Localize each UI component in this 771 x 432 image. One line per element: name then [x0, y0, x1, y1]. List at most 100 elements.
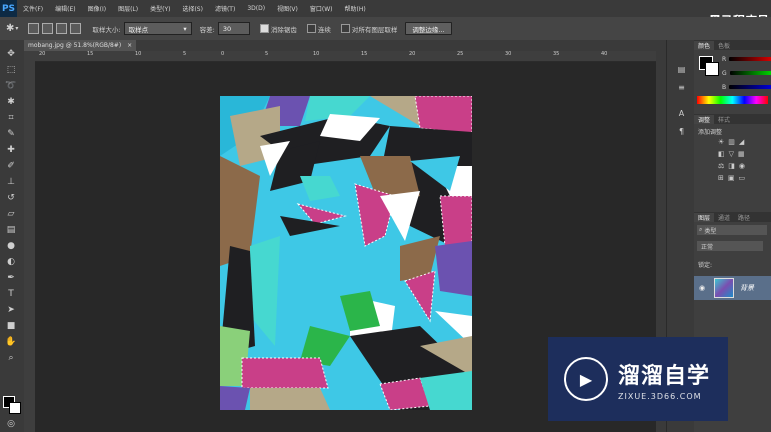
menu-edit[interactable]: 编辑(E)	[49, 4, 81, 13]
exposure-icon[interactable]: ◧	[718, 150, 725, 158]
r-label: R	[722, 55, 727, 63]
watermark-url: ZIXUE.3D66.COM	[618, 391, 702, 401]
hue-icon[interactable]: ▦	[738, 150, 745, 158]
pen-tool-icon[interactable]: ✒	[4, 272, 18, 284]
antialias-label: 消除锯齿	[270, 25, 297, 34]
layer-row-background[interactable]: ◉ 背景	[694, 276, 771, 300]
paragraph-panel-icon[interactable]: ¶	[676, 126, 687, 137]
menu-help[interactable]: 帮助(H)	[339, 4, 372, 13]
healing-tool-icon[interactable]: ✚	[4, 144, 18, 156]
channel-mixer-icon[interactable]: ⊞	[718, 174, 724, 182]
document-tab-bar: mobang.jpg @ 51.8%(RGB/8#) ×	[24, 40, 666, 51]
b-slider[interactable]	[729, 85, 771, 89]
blend-mode-select[interactable]: 正常	[697, 241, 763, 251]
ruler-label: 5	[265, 51, 269, 57]
ruler-label: 15	[361, 51, 368, 57]
gradient-map-icon[interactable]: ▭	[739, 174, 746, 182]
magic-wand-tool-icon[interactable]: ✱	[4, 96, 18, 108]
path-select-icon[interactable]: ➤	[4, 304, 18, 316]
menu-3d[interactable]: 3D(D)	[241, 5, 271, 12]
eyedropper-tool-icon[interactable]: ✎	[4, 128, 18, 140]
dodge-tool-icon[interactable]: ◐	[4, 256, 18, 268]
subtract-selection-icon[interactable]	[56, 23, 68, 34]
magic-wand-preset[interactable]: ✱ ▾	[6, 23, 18, 34]
menu-file[interactable]: 文件(F)	[17, 4, 49, 13]
background-color-chip[interactable]	[705, 62, 719, 76]
r-slider[interactable]	[729, 57, 771, 61]
tab-color[interactable]: 颜色	[694, 40, 715, 50]
options-bar: ✱ ▾ 取样大小: 取样点 ▾ 容差: 30 消除锯齿 连续 对所有图层取样 调…	[0, 17, 771, 41]
g-slider[interactable]	[729, 71, 771, 75]
eye-icon[interactable]: ◉	[699, 284, 705, 292]
photo-filter-icon[interactable]: ◉	[739, 162, 745, 170]
menu-image[interactable]: 图像(I)	[82, 4, 112, 13]
tab-swatches[interactable]: 色板	[714, 41, 734, 50]
tolerance-label: 容差:	[199, 25, 215, 34]
marquee-tool-icon[interactable]: ⬚	[4, 64, 18, 76]
blur-tool-icon[interactable]: ●	[4, 240, 18, 252]
tab-paths[interactable]: 路径	[734, 213, 754, 222]
history-brush-icon[interactable]: ↺	[4, 192, 18, 204]
history-panel-icon[interactable]: ▤	[676, 64, 687, 75]
lasso-tool-icon[interactable]: ➰	[4, 80, 18, 92]
document-canvas[interactable]	[220, 95, 473, 411]
layer-filter-value: 类型	[704, 227, 717, 235]
type-tool-icon[interactable]: T	[4, 288, 18, 300]
hand-tool-icon[interactable]: ✋	[4, 336, 18, 348]
color-spectrum[interactable]	[697, 96, 768, 104]
menu-select[interactable]: 选择(S)	[176, 4, 209, 13]
color-panel-tabs: 颜色 色板	[694, 40, 771, 50]
eraser-tool-icon[interactable]: ▱	[4, 208, 18, 220]
gradient-tool-icon[interactable]: ▤	[4, 224, 18, 236]
tab-styles[interactable]: 样式	[714, 115, 734, 124]
properties-panel-icon[interactable]: ≡	[676, 82, 687, 93]
menu-layer[interactable]: 图层(L)	[112, 4, 144, 13]
menu-type[interactable]: 类型(Y)	[144, 4, 176, 13]
shape-tool-icon[interactable]: ■	[4, 320, 18, 332]
vibrance-icon[interactable]: ▽	[729, 150, 734, 158]
ruler-label: 10	[135, 51, 142, 57]
black-white-icon[interactable]: ◨	[728, 162, 735, 170]
add-selection-icon[interactable]	[42, 23, 54, 34]
ruler-label: 35	[553, 51, 560, 57]
menu-window[interactable]: 窗口(W)	[304, 4, 339, 13]
tab-layers[interactable]: 图层	[694, 212, 715, 222]
sample-all-layers-checkbox[interactable]	[340, 24, 350, 33]
sample-size-label: 取样大小:	[92, 25, 121, 34]
intersect-selection-icon[interactable]	[70, 23, 82, 34]
document-tab[interactable]: mobang.jpg @ 51.8%(RGB/8#) ×	[24, 40, 137, 51]
crop-tool-icon[interactable]: ⌗	[4, 112, 18, 124]
add-adjustment-label: 添加调整	[698, 128, 723, 136]
antialias-checkbox[interactable]	[259, 24, 269, 33]
invert-icon[interactable]: ▣	[728, 174, 735, 182]
sample-size-select[interactable]: 取样点 ▾	[123, 22, 192, 35]
tab-adjustments[interactable]: 调整	[694, 114, 715, 124]
move-tool-icon[interactable]: ✥	[4, 48, 18, 60]
menu-filter[interactable]: 滤镜(T)	[209, 4, 241, 13]
curves-icon[interactable]: ◢	[739, 138, 744, 146]
tab-channels[interactable]: 通道	[714, 213, 734, 222]
search-icon: ⌕	[699, 226, 703, 233]
tools-panel: ✥ ⬚ ➰ ✱ ⌗ ✎ ✚ ✐ ⊥ ↺ ▱ ▤ ● ◐ ✒ T ➤ ■ ✋ ⌕ …	[0, 40, 24, 432]
color-balance-icon[interactable]: ⚖	[718, 162, 724, 170]
layer-filter-select[interactable]: ⌕ 类型	[697, 225, 767, 235]
brightness-icon[interactable]: ☀	[718, 138, 724, 146]
vertical-ruler	[24, 51, 35, 432]
contiguous-checkbox[interactable]	[306, 24, 316, 33]
layer-thumbnail	[714, 278, 734, 298]
new-selection-icon[interactable]	[28, 23, 40, 34]
chevron-down-icon: ▾	[15, 25, 19, 32]
close-icon[interactable]: ×	[127, 42, 132, 49]
quick-mask-icon[interactable]: ◎	[4, 418, 18, 430]
ruler-label: 40	[601, 51, 608, 57]
levels-icon[interactable]: ▥	[728, 138, 735, 146]
zoom-tool-icon[interactable]: ⌕	[4, 352, 18, 364]
character-panel-icon[interactable]: A	[676, 108, 687, 119]
refine-edge-button[interactable]: 调整边缘...	[405, 22, 452, 35]
adjustments-panel-tabs: 调整 样式	[694, 114, 771, 124]
menu-view[interactable]: 视图(V)	[271, 4, 304, 13]
brush-tool-icon[interactable]: ✐	[4, 160, 18, 172]
stamp-tool-icon[interactable]: ⊥	[4, 176, 18, 188]
background-color-swatch[interactable]	[9, 402, 21, 414]
tolerance-input[interactable]: 30	[217, 22, 250, 35]
